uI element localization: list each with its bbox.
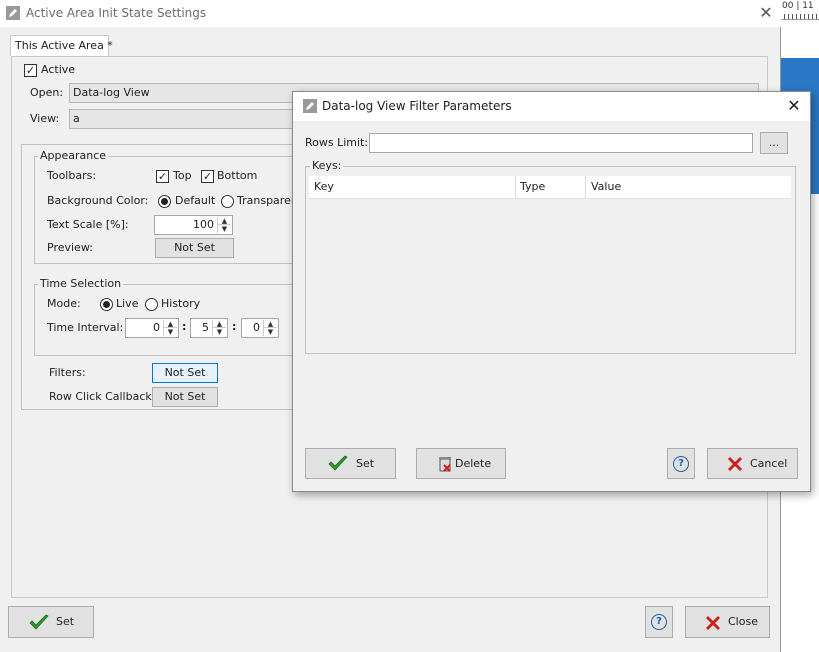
view-value: a bbox=[73, 112, 80, 125]
keys-table-body[interactable] bbox=[309, 199, 791, 351]
column-divider[interactable] bbox=[515, 176, 516, 198]
column-header-type[interactable]: Type bbox=[520, 180, 545, 194]
main-close-button[interactable]: Close bbox=[685, 606, 770, 638]
time-selection-title: Time Selection bbox=[38, 277, 124, 291]
help-icon: ? bbox=[651, 614, 667, 630]
delete-icon bbox=[439, 457, 451, 472]
preview-button[interactable]: Not Set bbox=[155, 238, 234, 258]
rows-limit-browse-button[interactable]: ... bbox=[760, 132, 788, 154]
hours-value: 0 bbox=[153, 321, 160, 334]
filter-dialog: Data-log View Filter Parameters ✕ Rows L… bbox=[292, 91, 811, 492]
green-check-icon bbox=[328, 455, 348, 471]
mode-history-radio[interactable] bbox=[145, 298, 158, 311]
active-label: Active bbox=[41, 63, 76, 76]
open-value: Data-log View bbox=[73, 86, 150, 99]
keys-title: Keys: bbox=[310, 159, 344, 173]
column-header-key[interactable]: Key bbox=[314, 180, 334, 194]
dialog-cancel-label: Cancel bbox=[750, 457, 788, 470]
appearance-title: Appearance bbox=[38, 149, 109, 163]
spin-down-icon[interactable]: ▼ bbox=[164, 328, 177, 336]
tab-this-active-area[interactable]: This Active Area * bbox=[10, 35, 113, 56]
column-divider[interactable] bbox=[585, 176, 586, 198]
help-icon: ? bbox=[673, 456, 689, 472]
mode-label: Mode: bbox=[47, 297, 81, 310]
mode-live-label: Live bbox=[116, 297, 139, 310]
dialog-set-label: Set bbox=[356, 457, 375, 470]
view-label: View: bbox=[30, 112, 60, 125]
filters-button[interactable]: Not Set bbox=[152, 363, 218, 383]
main-help-button[interactable]: ? bbox=[645, 606, 673, 638]
pencil-icon bbox=[303, 99, 317, 113]
toolbar-bottom-label: Bottom bbox=[217, 169, 258, 182]
main-window-title: Active Area Init State Settings bbox=[26, 6, 207, 20]
text-scale-stepper[interactable]: 100 ▲ ▼ bbox=[154, 215, 233, 235]
green-check-icon bbox=[29, 614, 49, 630]
red-x-icon bbox=[706, 616, 720, 630]
spin-up-icon[interactable]: ▲ bbox=[264, 320, 277, 328]
preview-label: Preview: bbox=[47, 241, 93, 254]
time-separator: : bbox=[182, 320, 187, 333]
spin-up-icon[interactable]: ▲ bbox=[218, 217, 231, 225]
filters-label: Filters: bbox=[49, 366, 86, 379]
mode-history-label: History bbox=[161, 297, 201, 310]
toolbar-bottom-checkbox[interactable]: ✓ bbox=[201, 170, 214, 183]
bgcolor-transparent-label: Transparen bbox=[237, 194, 298, 207]
main-set-button[interactable]: Set bbox=[8, 606, 94, 638]
spin-down-icon[interactable]: ▼ bbox=[213, 328, 226, 336]
dialog-set-button[interactable]: Set bbox=[305, 448, 396, 479]
dialog-title: Data-log View Filter Parameters bbox=[322, 99, 512, 113]
ruler-text: 00 | 11 bbox=[782, 1, 814, 11]
dialog-cancel-button[interactable]: Cancel bbox=[707, 448, 798, 479]
row-click-button[interactable]: Not Set bbox=[152, 387, 218, 407]
minutes-value: 5 bbox=[202, 321, 209, 334]
bgcolor-transparent-radio[interactable] bbox=[221, 195, 234, 208]
background-ruler: 00 | 11 bbox=[780, 0, 819, 20]
bgcolor-label: Background Color: bbox=[47, 194, 149, 207]
main-close-label: Close bbox=[728, 615, 758, 628]
seconds-value: 0 bbox=[253, 321, 260, 334]
rows-limit-label: Rows Limit: bbox=[305, 136, 369, 149]
time-separator: : bbox=[232, 320, 237, 333]
spin-down-icon[interactable]: ▼ bbox=[218, 225, 231, 233]
pencil-icon bbox=[6, 6, 20, 20]
minutes-stepper[interactable]: 5 ▲ ▼ bbox=[190, 318, 228, 338]
toolbar-top-checkbox[interactable]: ✓ bbox=[156, 170, 169, 183]
spin-up-icon[interactable]: ▲ bbox=[213, 320, 226, 328]
open-label: Open: bbox=[30, 86, 64, 99]
time-interval-label: Time Interval: bbox=[47, 321, 124, 334]
spin-up-icon[interactable]: ▲ bbox=[164, 320, 177, 328]
column-header-value[interactable]: Value bbox=[591, 180, 621, 194]
dialog-delete-button[interactable]: Delete bbox=[416, 448, 506, 479]
keys-table-header: Key Type Value bbox=[309, 176, 791, 199]
tab-label: This Active Area * bbox=[15, 39, 113, 52]
text-scale-label: Text Scale [%]: bbox=[47, 218, 129, 231]
text-scale-value: 100 bbox=[193, 218, 214, 231]
row-click-label: Row Click Callback: bbox=[49, 390, 156, 403]
bgcolor-default-radio[interactable] bbox=[158, 195, 171, 208]
dialog-help-button[interactable]: ? bbox=[667, 448, 695, 479]
dialog-delete-label: Delete bbox=[455, 457, 492, 470]
hours-stepper[interactable]: 0 ▲ ▼ bbox=[125, 318, 179, 338]
close-icon[interactable]: ✕ bbox=[758, 5, 774, 21]
toolbars-label: Toolbars: bbox=[47, 169, 97, 182]
spin-down-icon[interactable]: ▼ bbox=[264, 328, 277, 336]
seconds-stepper[interactable]: 0 ▲ ▼ bbox=[241, 318, 279, 338]
main-set-label: Set bbox=[56, 615, 75, 628]
red-x-icon bbox=[728, 457, 742, 471]
rows-limit-input[interactable] bbox=[369, 133, 753, 153]
active-checkbox[interactable]: ✓ bbox=[24, 64, 37, 77]
bgcolor-default-label: Default bbox=[175, 194, 216, 207]
toolbar-top-label: Top bbox=[173, 169, 192, 182]
close-icon[interactable]: ✕ bbox=[786, 98, 802, 114]
mode-live-radio[interactable] bbox=[100, 298, 113, 311]
